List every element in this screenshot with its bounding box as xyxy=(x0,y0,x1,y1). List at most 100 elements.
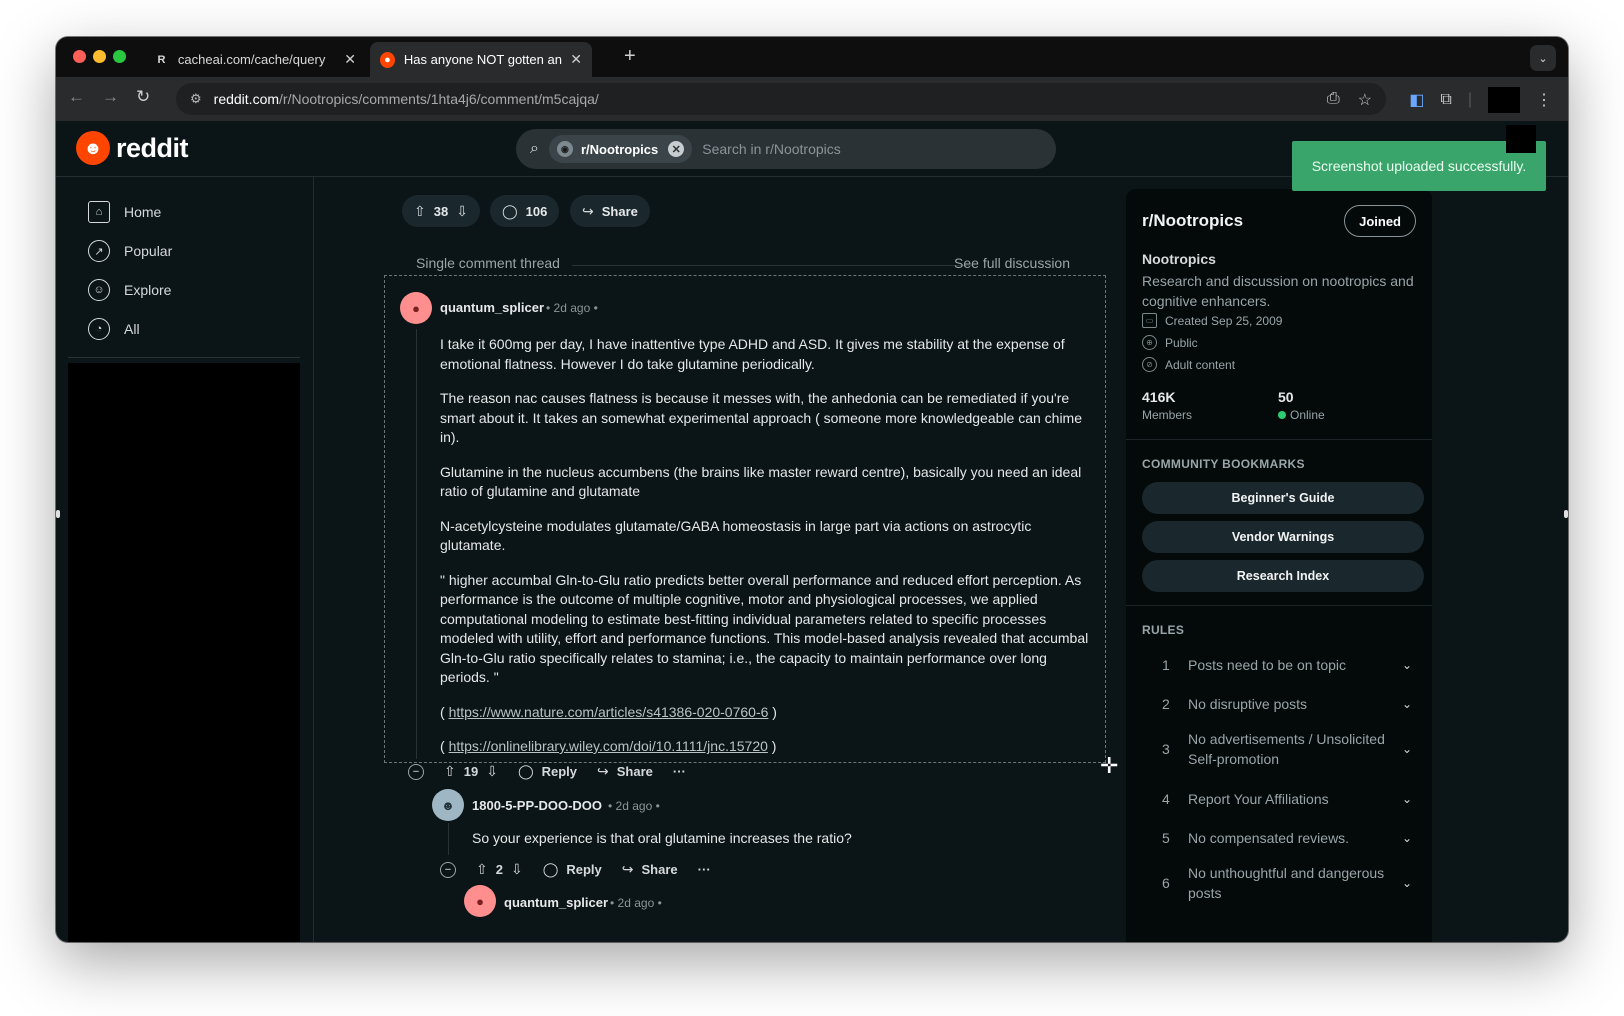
sidebar-item-home[interactable]: ⌂ Home xyxy=(88,201,161,223)
share-button[interactable]: ↪ Share xyxy=(622,861,678,878)
reply-label: Reply xyxy=(541,764,578,779)
sidebar-item-explore[interactable]: ☺ Explore xyxy=(88,279,171,301)
reply-button[interactable]: ◯ Reply xyxy=(518,763,577,780)
chevron-down-icon[interactable]: ⌄ xyxy=(1402,658,1412,672)
share-icon: ↪ xyxy=(597,763,609,779)
rule-item[interactable]: 6 No unthoughtful and dangerous posts ⌄ xyxy=(1142,861,1424,905)
sidebar-item-label: Popular xyxy=(124,243,173,259)
downvote-icon[interactable]: ⇩ xyxy=(511,861,523,878)
downvote-icon[interactable]: ⇩ xyxy=(456,203,468,220)
comment-body: I take it 600mg per day, I have inattent… xyxy=(440,335,1100,772)
comment-paragraph: " higher accumbal Gln-to-Glu ratio predi… xyxy=(440,571,1089,686)
clear-chip-icon[interactable]: ✕ xyxy=(668,141,685,157)
avatar[interactable]: ● xyxy=(464,885,496,917)
back-icon[interactable]: ← xyxy=(68,87,85,107)
extension-icon[interactable]: ◧ xyxy=(1409,90,1424,110)
comment-actions: − ⇧ 19 ⇩ ◯ Reply ↪ Share ··· xyxy=(408,763,686,780)
extensions-puzzle-icon[interactable]: ⧉ xyxy=(1440,91,1451,109)
tab-cacheai[interactable]: R cacheai.com/cache/query ✕ xyxy=(144,42,366,77)
bookmark-vendor-warnings[interactable]: Vendor Warnings xyxy=(1142,521,1424,553)
site-info-icon[interactable]: ⚙ xyxy=(190,91,202,107)
close-window-button[interactable] xyxy=(73,50,86,63)
collapse-thread-icon[interactable]: − xyxy=(408,763,424,780)
avatar[interactable]: ☻ xyxy=(432,789,464,821)
chevron-down-icon[interactable]: ⌄ xyxy=(1402,831,1412,845)
chevron-down-icon[interactable]: ⌄ xyxy=(1402,697,1412,711)
rule-item[interactable]: 1 Posts need to be on topic ⌄ xyxy=(1142,649,1424,681)
chevron-down-icon[interactable]: ⌄ xyxy=(1402,876,1412,890)
post-share-button[interactable]: ↪ Share xyxy=(570,195,650,227)
members-label-text: Members xyxy=(1142,408,1193,422)
rule-item[interactable]: 2 No disruptive posts ⌄ xyxy=(1142,688,1424,720)
cake-icon: ▭ xyxy=(1142,313,1157,328)
subreddit-search-chip[interactable]: ◉ r/Nootropics ✕ xyxy=(548,135,693,163)
more-options-icon[interactable]: ··· xyxy=(673,764,686,779)
reddit-snoo-icon: ☻ xyxy=(76,131,110,165)
share-label: Share xyxy=(601,203,638,219)
comment-icon: ◯ xyxy=(517,763,534,779)
downvote-icon[interactable]: ⇩ xyxy=(486,763,498,780)
rule-item[interactable]: 3 No advertisements / Unsolicited Self-p… xyxy=(1142,727,1424,771)
search-input[interactable]: Search in r/Nootropics xyxy=(702,141,841,157)
search-bar[interactable]: ⌕ ◉ r/Nootropics ✕ Search in r/Nootropic… xyxy=(516,129,1056,169)
reply-author[interactable]: quantum_splicer xyxy=(504,895,608,910)
see-full-discussion-link[interactable]: See full discussion xyxy=(954,255,1070,271)
comment-icon: ◯ xyxy=(502,202,518,219)
upvote-icon[interactable]: ⇧ xyxy=(444,763,456,780)
wiley-link[interactable]: https://onlinelibrary.wiley.com/doi/10.1… xyxy=(449,738,768,754)
comment-count: 106 xyxy=(525,203,548,219)
close-tab-icon[interactable]: ✕ xyxy=(570,51,582,68)
browser-menu-icon[interactable]: ⋮ xyxy=(1536,90,1552,110)
thread-rail xyxy=(448,823,449,855)
community-title[interactable]: r/Nootropics xyxy=(1142,211,1243,231)
nsfw-icon: ⊘ xyxy=(1142,357,1157,372)
install-app-icon[interactable]: ⎙ xyxy=(1327,90,1340,110)
bookmark-beginners-guide[interactable]: Beginner's Guide xyxy=(1142,482,1424,514)
address-bar[interactable]: ⚙ reddit.com/r/Nootropics/comments/1hta4… xyxy=(176,83,1386,115)
avatar[interactable]: ● xyxy=(400,292,432,324)
user-avatar[interactable] xyxy=(1506,125,1536,153)
profile-avatar[interactable] xyxy=(1488,87,1520,113)
bookmark-star-icon[interactable]: ☆ xyxy=(1358,90,1372,110)
reddit-logo[interactable]: ☻ reddit xyxy=(76,131,189,165)
rule-item[interactable]: 5 No compensated reviews. ⌄ xyxy=(1142,822,1424,854)
tab-search-button[interactable]: ⌄ xyxy=(1530,45,1556,71)
joined-button[interactable]: Joined xyxy=(1344,205,1416,237)
upvote-icon[interactable]: ⇧ xyxy=(476,861,488,878)
collapse-thread-icon[interactable]: − xyxy=(440,861,456,878)
visibility-text: Public xyxy=(1165,335,1198,350)
reply-time: • 2d ago • xyxy=(608,799,660,813)
close-tab-icon[interactable]: ✕ xyxy=(344,51,356,68)
sidebar-item-all[interactable]: ◔ All xyxy=(88,318,140,340)
reply-button[interactable]: ◯ Reply xyxy=(543,861,602,878)
reply-label: Reply xyxy=(566,862,602,877)
home-icon: ⌂ xyxy=(88,201,110,223)
minimize-window-button[interactable] xyxy=(93,50,106,63)
rule-item[interactable]: 4 Report Your Affiliations ⌄ xyxy=(1142,783,1424,815)
online-count: 50 xyxy=(1278,389,1294,405)
tab-reddit[interactable]: ● Has anyone NOT gotten anhe ✕ xyxy=(370,42,592,77)
new-tab-button[interactable]: + xyxy=(624,45,636,68)
time-text: 2d ago xyxy=(615,799,653,813)
upvote-icon[interactable]: ⇧ xyxy=(414,203,426,220)
comment-author[interactable]: quantum_splicer xyxy=(440,300,544,315)
left-resize-handle[interactable] xyxy=(56,510,60,518)
paren-close: ) xyxy=(771,738,777,754)
toolbar-divider: | xyxy=(1467,91,1472,108)
more-options-icon[interactable]: ··· xyxy=(698,862,711,877)
chevron-down-icon[interactable]: ⌄ xyxy=(1402,792,1412,806)
subreddit-icon: ◉ xyxy=(556,141,573,157)
rule-number: 4 xyxy=(1162,791,1170,807)
forward-icon[interactable]: → xyxy=(102,87,119,107)
reload-icon[interactable]: ↻ xyxy=(136,87,150,107)
crosshair-cursor-icon: ✛ xyxy=(1100,753,1119,778)
share-button[interactable]: ↪ Share xyxy=(597,763,653,780)
chevron-down-icon[interactable]: ⌄ xyxy=(1402,742,1412,756)
reply-author[interactable]: 1800-5-PP-DOO-DOO xyxy=(472,798,602,813)
maximize-window-button[interactable] xyxy=(113,50,126,63)
bookmark-research-index[interactable]: Research Index xyxy=(1142,560,1424,592)
post-comments-button[interactable]: ◯ 106 xyxy=(490,195,560,227)
right-resize-handle[interactable] xyxy=(1564,510,1568,518)
nature-link[interactable]: https://www.nature.com/articles/s41386-0… xyxy=(449,704,769,720)
sidebar-item-popular[interactable]: ↗ Popular xyxy=(88,240,172,262)
